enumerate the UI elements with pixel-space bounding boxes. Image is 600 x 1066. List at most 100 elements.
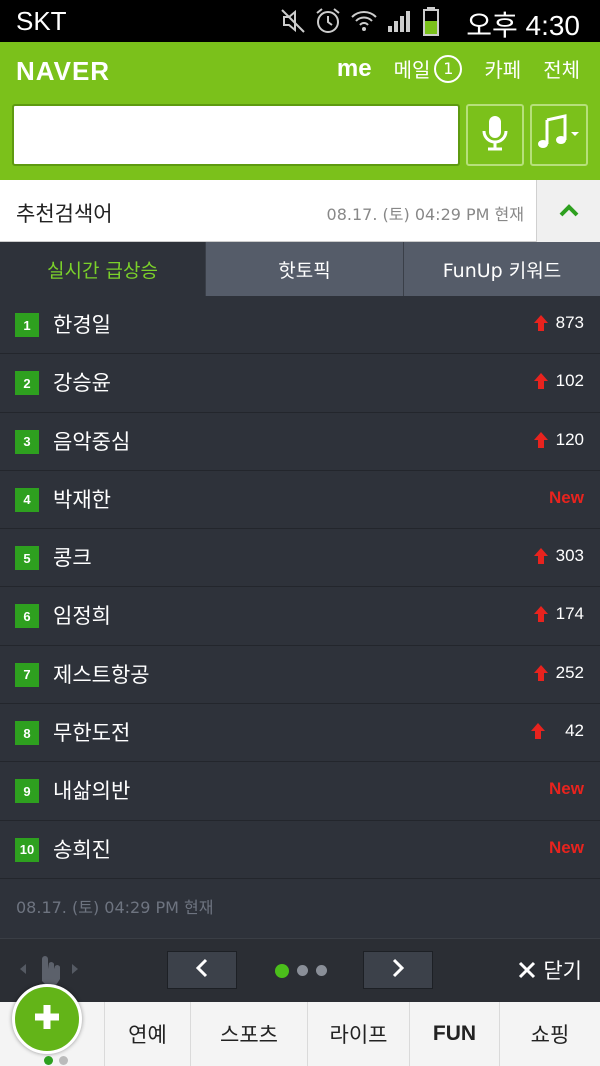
music-search-button[interactable] xyxy=(530,104,588,166)
bottom-nav-shopping[interactable]: 쇼핑 xyxy=(499,1002,600,1066)
search-input[interactable] xyxy=(12,104,460,166)
keyword: 임정희 xyxy=(53,604,111,629)
rank-change: 174 xyxy=(533,604,584,624)
rank-badge: 5 xyxy=(15,546,39,571)
mail-link[interactable]: 메일 1 xyxy=(394,54,463,83)
close-label: 닫기 xyxy=(543,959,582,983)
bottom-nav-entertainment[interactable]: 연예 xyxy=(104,1002,190,1066)
bottom-nav: 연예 스포츠 라이프 FUN 쇼핑 xyxy=(0,1002,600,1066)
list-item[interactable]: 9 내삶의반 New xyxy=(0,762,600,821)
ranking-tabs: 실시간 급상승 핫토픽 FunUp 키워드 xyxy=(0,242,600,296)
ranking-list: 1 한경일 873 2 강승윤 102 3 음악중심 120 4 박재한 New… xyxy=(0,296,600,879)
chevron-left-icon xyxy=(195,958,209,982)
new-badge: New xyxy=(549,779,584,799)
wifi-icon xyxy=(350,8,378,34)
fab-page-indicator xyxy=(44,1056,68,1065)
list-item[interactable]: 4 박재한 New xyxy=(0,471,600,530)
bottom-nav-fun[interactable]: FUN xyxy=(409,1002,499,1066)
pager-bar: 닫기 xyxy=(0,938,600,1002)
bottom-nav-life[interactable]: 라이프 xyxy=(307,1002,409,1066)
tab-funup-keyword[interactable]: FunUp 키워드 xyxy=(404,242,600,296)
list-item[interactable]: 8 무한도전 42 xyxy=(0,704,600,763)
tab-hot-topic[interactable]: 핫토픽 xyxy=(206,242,404,296)
rank-badge: 10 xyxy=(15,837,39,862)
up-arrow-icon xyxy=(533,664,548,681)
rank-badge: 3 xyxy=(15,429,39,454)
cafe-link[interactable]: 카페 xyxy=(484,54,521,83)
rank-change: 102 xyxy=(533,371,584,391)
voice-search-button[interactable] xyxy=(466,104,524,166)
up-arrow-icon xyxy=(533,606,548,623)
list-item[interactable]: 6 임정희 174 xyxy=(0,587,600,646)
close-button[interactable]: 닫기 xyxy=(517,955,582,985)
collapse-button[interactable] xyxy=(536,180,600,242)
mail-label: 메일 xyxy=(393,58,431,82)
rank-badge: 9 xyxy=(15,779,39,804)
recommend-timestamp: 08.17. (토) 04:29 PM 현재 xyxy=(326,205,524,224)
rank-badge: 1 xyxy=(15,313,39,337)
keyword: 음악중심 xyxy=(53,429,131,454)
signal-icon xyxy=(386,8,414,34)
header-nav: me 메일 1 카페 전체 xyxy=(337,54,580,83)
close-icon xyxy=(517,960,537,980)
rank-badge: 6 xyxy=(15,604,39,629)
alarm-icon xyxy=(314,7,342,35)
music-note-icon xyxy=(537,114,581,156)
rank-change: 303 xyxy=(533,546,584,566)
page-indicator xyxy=(275,964,327,978)
fab-dot xyxy=(44,1056,53,1065)
battery-icon xyxy=(422,6,440,36)
rank-change: 120 xyxy=(533,430,584,450)
new-badge: New xyxy=(549,487,584,507)
rank-badge: 8 xyxy=(15,721,39,746)
new-badge: New xyxy=(549,837,584,857)
list-item[interactable]: 1 한경일 873 xyxy=(0,296,600,355)
page-dot[interactable] xyxy=(275,964,289,978)
keyword: 강승윤 xyxy=(53,371,111,396)
plus-icon xyxy=(31,1001,63,1037)
carrier-label: SKT xyxy=(16,6,67,36)
keyword: 내삶의반 xyxy=(53,779,131,804)
list-item[interactable]: 7 제스트항공 252 xyxy=(0,646,600,705)
rank-badge: 2 xyxy=(15,371,39,396)
naver-header: NAVER me 메일 1 카페 전체 xyxy=(0,42,600,180)
tab-realtime[interactable]: 실시간 급상승 xyxy=(0,242,206,296)
list-timestamp: 08.17. (토) 04:29 PM 현재 xyxy=(16,898,214,917)
keyword: 무한도전 xyxy=(53,721,131,746)
status-icons xyxy=(280,6,440,36)
rank-change: 42 xyxy=(531,721,584,741)
prev-page-button[interactable] xyxy=(167,951,237,989)
keyword: 제스트항공 xyxy=(53,662,150,687)
up-arrow-icon xyxy=(533,315,548,331)
status-bar: SKT 오후 4:30 xyxy=(0,0,600,42)
list-item[interactable]: 3 음악중심 120 xyxy=(0,413,600,471)
list-item[interactable]: 2 강승윤 102 xyxy=(0,354,600,413)
clock: 오후 4:30 xyxy=(466,10,580,41)
microphone-icon xyxy=(481,114,509,156)
chevron-up-icon xyxy=(559,202,579,221)
list-item[interactable]: 10 송희진 New xyxy=(0,821,600,879)
all-services-link[interactable]: 전체 xyxy=(543,54,580,83)
keyword: 박재한 xyxy=(53,487,111,512)
up-arrow-icon xyxy=(531,723,546,740)
next-page-button[interactable] xyxy=(363,951,433,989)
rank-change: 252 xyxy=(533,663,584,683)
mail-count-badge: 1 xyxy=(434,54,463,83)
naver-logo[interactable]: NAVER xyxy=(16,56,110,87)
keyword: 송희진 xyxy=(53,837,111,862)
keyword: 한경일 xyxy=(53,313,111,337)
page-dot[interactable] xyxy=(297,965,308,976)
list-item[interactable]: 5 콩크 303 xyxy=(0,529,600,588)
mute-icon xyxy=(280,8,306,34)
recommend-title: 추천검색어 xyxy=(16,202,113,226)
me-link[interactable]: me xyxy=(337,55,372,83)
rank-badge: 4 xyxy=(15,487,39,512)
recommend-bar: 추천검색어 08.17. (토) 04:29 PM 현재 xyxy=(0,180,600,242)
bottom-nav-sports[interactable]: 스포츠 xyxy=(190,1002,307,1066)
up-arrow-icon xyxy=(533,431,548,448)
up-arrow-icon xyxy=(533,373,548,390)
page-dot[interactable] xyxy=(316,965,327,976)
rank-badge: 7 xyxy=(15,662,39,687)
add-button[interactable] xyxy=(12,984,82,1054)
keyword: 콩크 xyxy=(53,546,92,571)
